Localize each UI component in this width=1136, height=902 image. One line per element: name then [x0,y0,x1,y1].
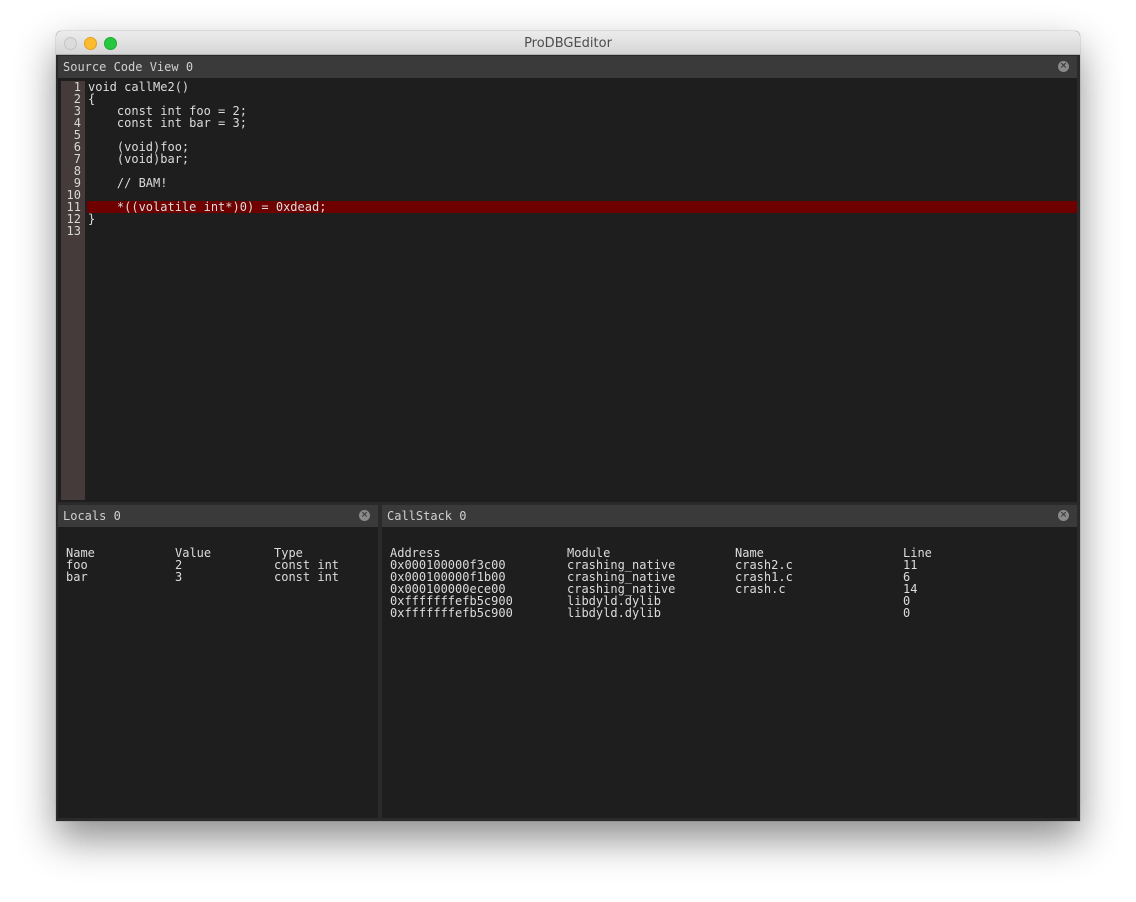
code-line[interactable]: 9 // BAM! [58,177,1077,189]
close-circle-icon[interactable]: × [359,510,370,521]
window-title: ProDBGEditor [524,36,612,51]
code-line-current[interactable]: 11 *((volatile int*)0) = 0xdead; [58,201,1077,213]
table-cell: bar [66,570,88,584]
code-line[interactable]: 1 void callMe2() [58,81,1077,93]
line-text [87,225,1077,237]
table-cell: const int [274,570,340,584]
locals-header[interactable]: Locals 0 × [58,505,378,527]
close-circle-icon[interactable]: × [1058,61,1069,72]
title-bar: ProDBGEditor [56,31,1080,55]
code-line[interactable]: 6 (void)foo; [58,141,1077,153]
line-text [87,165,1077,177]
code-line[interactable]: 8 [58,165,1077,177]
source-code-view-header[interactable]: Source Code View 0 × [58,56,1077,78]
line-text: void callMe2() [88,80,190,94]
code-line[interactable]: 13 [58,225,1077,237]
table-cell: 0 [903,606,911,620]
source-code-view-panel: Source Code View 0 × 1 void callMe2() 2{3 … [58,56,1077,502]
locals-panel: Locals 0 × Name Value Type foo 2 const int bar… [58,505,378,818]
line-text: } [88,212,96,226]
table-cell: crash.c [735,582,786,596]
callstack-header[interactable]: CallStack 0 × [382,505,1077,527]
line-text: const int bar = 3; [88,116,247,130]
table-cell: 3 [175,570,183,584]
code-line[interactable]: 12} [58,213,1077,225]
panel-title: Source Code View 0 [63,60,194,74]
line-text: (void)foo; [88,140,190,154]
code-editor[interactable]: 1 void callMe2() 2{3 const int foo = 2; 4 c… [58,81,1077,237]
table-cell: 0xfffffffefb5c900 [390,606,513,620]
panel-title: CallStack 0 [387,509,467,523]
app-window: ProDBGEditor Source Code View 0 × 1 void … [56,31,1080,821]
line-text: (void)bar; [88,152,190,166]
close-circle-icon[interactable]: × [1058,510,1069,521]
line-text: *((volatile int*)0) = 0xdead; [87,201,1077,213]
table-cell: libdyld.dylib [567,606,661,620]
code-line[interactable]: 5 [58,129,1077,141]
line-text [87,129,1077,141]
line-number[interactable]: 13 [61,225,81,237]
line-text: // BAM! [88,176,168,190]
code-line[interactable]: 7 (void)bar; [58,153,1077,165]
code-line[interactable]: 4 const int bar = 3; [58,117,1077,129]
panel-title: Locals 0 [63,509,121,523]
callstack-panel: CallStack 0 × Address Module Name Line 0x000… [382,505,1077,818]
